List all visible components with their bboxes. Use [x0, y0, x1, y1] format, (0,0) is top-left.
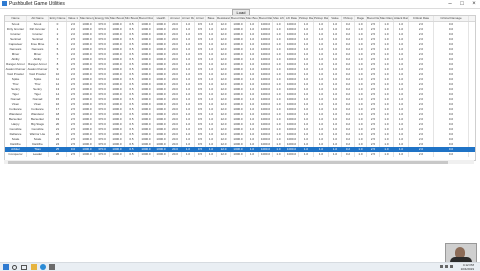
column-header[interactable]: Max Energy — [80, 16, 95, 21]
table-cell[interactable]: 12.0 — [217, 152, 231, 157]
search-icon[interactable] — [12, 265, 17, 270]
minimize-button[interactable]: – — [444, 0, 456, 8]
table-cell[interactable]: 1000.0 — [285, 152, 299, 157]
table-cell[interactable]: 1.0 — [329, 152, 342, 157]
table-cell[interactable]: 2.5 — [367, 152, 380, 157]
maximize-button[interactable]: □ — [456, 0, 468, 8]
column-header[interactable]: Value 1 — [67, 16, 80, 21]
volume-icon[interactable] — [445, 265, 448, 268]
table-cell[interactable]: 1000.0 — [259, 152, 273, 157]
column-header[interactable]: Max Lift — [273, 16, 285, 21]
table-cell[interactable]: 370.0 — [95, 152, 110, 157]
table-cell[interactable]: 20.0 — [169, 152, 182, 157]
table-cell[interactable]: 1.0 — [394, 152, 409, 157]
task-view-icon[interactable] — [21, 265, 27, 270]
table-cell[interactable]: 1.0 — [299, 152, 314, 157]
column-header[interactable]: Max Boost — [110, 16, 125, 21]
app-taskbar-icon[interactable] — [49, 264, 55, 270]
table-cell[interactable]: 1.0 — [206, 152, 217, 157]
table-cell[interactable]: 26 — [49, 152, 67, 157]
table-cell[interactable]: 1000.0 — [80, 152, 95, 157]
column-header[interactable]: Critical Rate — [409, 16, 434, 21]
column-header[interactable]: Alt Name — [27, 16, 49, 21]
column-header[interactable]: Armor Ratio — [182, 16, 195, 21]
column-header[interactable]: Armor — [195, 16, 206, 21]
column-header[interactable]: Value — [329, 16, 342, 21]
system-tray-icons[interactable] — [440, 265, 454, 268]
column-header[interactable]: Max Boost — [246, 16, 259, 21]
column-header[interactable]: Resistance Reg — [217, 16, 231, 21]
column-header[interactable]: Energy Regen — [95, 16, 110, 21]
column-header[interactable]: Health — [154, 16, 169, 21]
table-cell[interactable]: 1000.0 — [110, 152, 125, 157]
table-cell[interactable]: Leader — [27, 152, 49, 157]
window-title: Pushbullet Game Utilities — [9, 1, 65, 7]
file-explorer-icon[interactable] — [31, 264, 37, 270]
app-icon — [2, 1, 7, 6]
table-cell[interactable]: 0.5 — [195, 152, 206, 157]
table-cell[interactable]: 2.5 — [67, 152, 80, 157]
table-row[interactable]: Conqueror Leader 26 2.5 1000.0 370.0 1000.0 0.5… — [5, 152, 475, 157]
column-header[interactable]: Boost Rate — [231, 16, 246, 21]
table-cell[interactable]: 0.5 — [125, 152, 139, 157]
table-cell[interactable]: 1.0 — [246, 152, 259, 157]
network-icon[interactable] — [440, 265, 443, 268]
data-grid[interactable]: Name Alt Name Entry Name Value 1 Max Energy E… — [4, 15, 476, 161]
table-cell[interactable]: 0.0 — [434, 152, 469, 157]
horizontal-scrollbar[interactable] — [4, 160, 474, 164]
clock-date: 10/4/2019 — [460, 267, 474, 271]
column-header[interactable]: Pickup Rate — [314, 16, 329, 21]
browser-icon[interactable] — [40, 264, 46, 270]
column-header[interactable]: Attack Rate — [394, 16, 409, 21]
notification-icon[interactable] — [450, 265, 453, 268]
column-header[interactable]: Name — [5, 16, 27, 21]
column-header[interactable]: Min Boost — [125, 16, 139, 21]
table-cell[interactable]: 1000.0 — [231, 152, 246, 157]
column-header[interactable]: Pickup — [342, 16, 355, 21]
column-header[interactable]: Critical Damage — [434, 16, 469, 21]
column-header[interactable]: Max Range — [380, 16, 394, 21]
table-cell[interactable]: 1.0 — [182, 152, 195, 157]
table-cell[interactable]: 1.0 — [380, 152, 394, 157]
scrollbar-thumb[interactable] — [8, 160, 448, 164]
column-header[interactable]: Base — [206, 16, 217, 21]
column-header[interactable]: Boost Disc. — [139, 16, 154, 21]
table-cell[interactable]: 1000.0 — [154, 152, 169, 157]
table-cell[interactable]: 1000.0 — [139, 152, 154, 157]
title-bar: Pushbullet Game Utilities – □ × — [0, 0, 480, 9]
column-header[interactable]: Lift Rate — [285, 16, 299, 21]
column-header[interactable]: Pickup Radius — [299, 16, 314, 21]
column-header[interactable]: Boost Delay — [367, 16, 380, 21]
table-cell[interactable]: 1.0 — [314, 152, 329, 157]
column-header[interactable]: Entry Name — [49, 16, 67, 21]
column-header[interactable]: Boost Rate — [259, 16, 273, 21]
table-cell[interactable]: 2.0 — [409, 152, 434, 157]
table-cell[interactable]: 0.2 — [342, 152, 355, 157]
table-cell[interactable]: Conqueror — [5, 152, 27, 157]
table-cell[interactable]: 1.0 — [355, 152, 367, 157]
close-button[interactable]: × — [468, 0, 480, 8]
start-icon[interactable] — [3, 264, 9, 270]
column-header[interactable]: Rage — [355, 16, 367, 21]
column-header[interactable]: Armour — [169, 16, 182, 21]
table-cell[interactable]: 1.0 — [273, 152, 285, 157]
